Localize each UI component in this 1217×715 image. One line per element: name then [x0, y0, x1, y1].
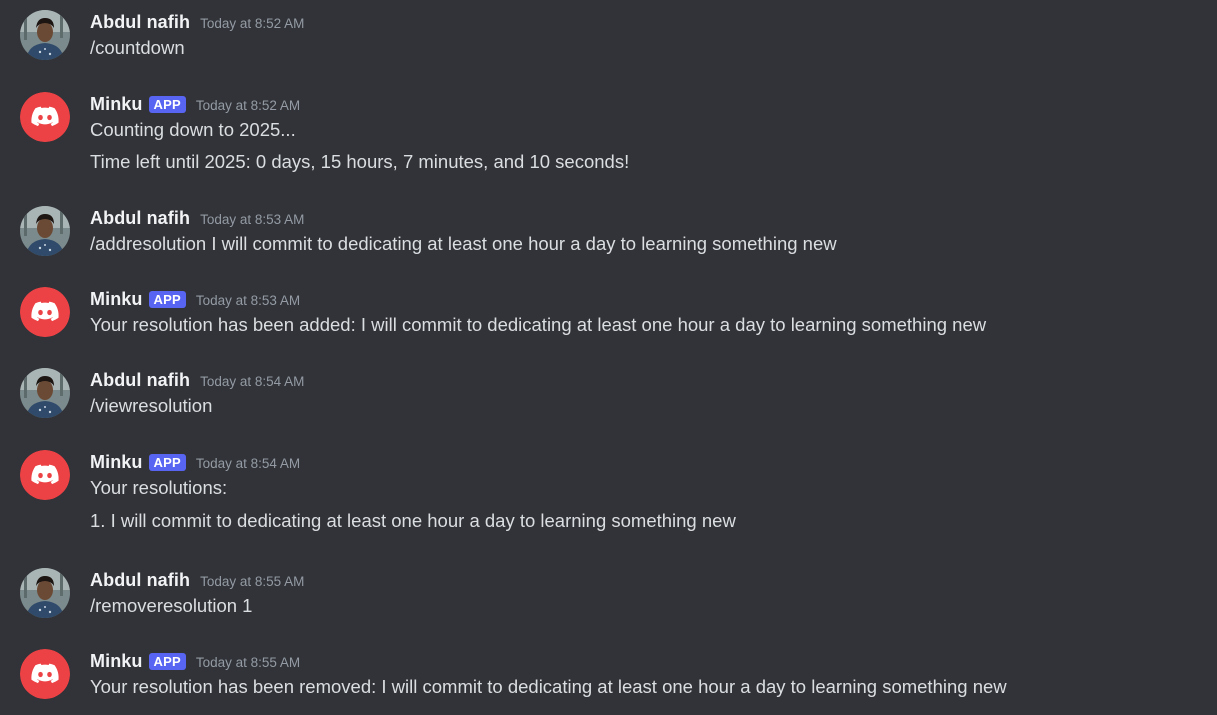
timestamp[interactable]: Today at 8:54 AM: [196, 454, 300, 471]
message-content: Your resolution has been removed: I will…: [90, 676, 1007, 697]
message-bot: Minku APP Today at 8:52 AM Counting down…: [0, 92, 1217, 182]
message-bot: Minku APP Today at 8:54 AM Your resoluti…: [0, 450, 1217, 540]
message-content: 1. I will commit to dedicating at least …: [90, 510, 736, 531]
app-badge: APP: [148, 95, 186, 113]
user-photo-avatar: [20, 568, 70, 618]
timestamp[interactable]: Today at 8:55 AM: [196, 653, 300, 670]
message-header: Abdul nafih Today at 8:55 AM: [90, 568, 304, 592]
message-header: Abdul nafih Today at 8:52 AM: [90, 10, 304, 34]
username[interactable]: Abdul nafih: [90, 208, 190, 229]
message-content: /addresolution I will commit to dedicati…: [90, 233, 837, 254]
message-content: Your resolutions:: [90, 477, 228, 498]
message-header: Minku APP Today at 8:54 AM: [90, 450, 300, 474]
timestamp[interactable]: Today at 8:53 AM: [196, 291, 300, 308]
username[interactable]: Minku: [90, 452, 143, 473]
message-header: Abdul nafih Today at 8:54 AM: [90, 368, 304, 392]
user-photo-avatar: [20, 368, 70, 418]
bot-avatar[interactable]: [20, 649, 70, 699]
message-header: Abdul nafih Today at 8:53 AM: [90, 206, 304, 230]
message-content: /removeresolution 1: [90, 595, 253, 616]
message-user: Abdul nafih Today at 8:52 AM /countdown: [0, 10, 1217, 60]
message-user: Abdul nafih Today at 8:55 AM /removereso…: [0, 568, 1217, 618]
discord-logo-icon: [20, 450, 70, 500]
user-avatar[interactable]: [20, 10, 70, 60]
bot-avatar[interactable]: [20, 450, 70, 500]
username[interactable]: Abdul nafih: [90, 570, 190, 591]
timestamp[interactable]: Today at 8:55 AM: [200, 572, 304, 589]
message-header: Minku APP Today at 8:52 AM: [90, 92, 300, 116]
discord-logo-icon: [20, 92, 70, 142]
message-content: Time left until 2025: 0 days, 15 hours, …: [90, 151, 630, 172]
message-user: Abdul nafih Today at 8:53 AM /addresolut…: [0, 206, 1217, 256]
timestamp[interactable]: Today at 8:52 AM: [200, 14, 304, 31]
message-content: /viewresolution: [90, 395, 213, 416]
message-content: Your resolution has been added: I will c…: [90, 314, 987, 335]
bot-avatar[interactable]: [20, 92, 70, 142]
discord-logo-icon: [20, 649, 70, 699]
username[interactable]: Minku: [90, 651, 143, 672]
user-avatar[interactable]: [20, 368, 70, 418]
bot-avatar[interactable]: [20, 287, 70, 337]
message-header: Minku APP Today at 8:53 AM: [90, 287, 300, 311]
message-user: Abdul nafih Today at 8:54 AM /viewresolu…: [0, 368, 1217, 418]
message-content: /countdown: [90, 37, 185, 58]
app-badge: APP: [148, 453, 186, 471]
timestamp[interactable]: Today at 8:53 AM: [200, 210, 304, 227]
timestamp[interactable]: Today at 8:54 AM: [200, 372, 304, 389]
message-bot: Minku APP Today at 8:55 AM Your resoluti…: [0, 649, 1217, 704]
app-badge: APP: [148, 290, 186, 308]
app-badge: APP: [148, 652, 186, 670]
message-content: Counting down to 2025...: [90, 119, 296, 140]
message-bot: Minku APP Today at 8:53 AM Your resoluti…: [0, 287, 1217, 337]
discord-logo-icon: [20, 287, 70, 337]
username[interactable]: Abdul nafih: [90, 370, 190, 391]
chat-message-list: Abdul nafih Today at 8:52 AM /countdown …: [0, 0, 1217, 715]
username[interactable]: Minku: [90, 289, 143, 310]
user-avatar[interactable]: [20, 206, 70, 256]
timestamp[interactable]: Today at 8:52 AM: [196, 96, 300, 113]
user-photo-avatar: [20, 10, 70, 60]
user-avatar[interactable]: [20, 568, 70, 618]
username[interactable]: Minku: [90, 94, 143, 115]
message-header: Minku APP Today at 8:55 AM: [90, 649, 300, 673]
user-photo-avatar: [20, 206, 70, 256]
username[interactable]: Abdul nafih: [90, 12, 190, 33]
